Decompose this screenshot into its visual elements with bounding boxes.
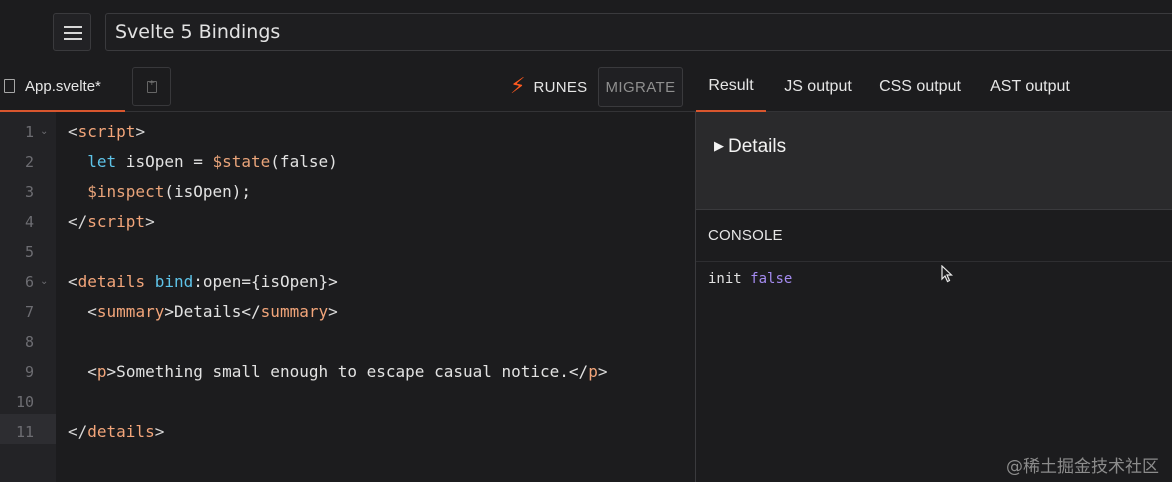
hamburger-menu-button[interactable]	[53, 13, 91, 51]
line-number: 6	[24, 273, 34, 291]
editor-tab-bar: App.svelte* ⚡ RUNES MIGRATE	[0, 62, 696, 112]
line-number: 9	[24, 363, 34, 381]
code-line-3: $inspect(isOpen);	[68, 177, 688, 207]
code-token: p	[96, 362, 107, 381]
line-number: 10	[15, 393, 34, 411]
tab-css-output[interactable]: CSS output	[878, 62, 962, 112]
line-number: 5	[24, 243, 34, 261]
output-tab-bar: Result JS output CSS output AST output	[696, 62, 1172, 112]
file-tab-app-svelte[interactable]: App.svelte*	[0, 62, 125, 112]
hamburger-icon-bar	[64, 38, 82, 40]
code-token: summary	[260, 302, 329, 321]
fold-chevron-icon[interactable]: ⌄	[40, 117, 48, 147]
line-number: 1	[24, 123, 34, 141]
project-title-input[interactable]	[105, 13, 1172, 51]
code-token: (isOpen);	[164, 182, 252, 201]
code-line-6: <details bind:open={isOpen}>	[68, 267, 688, 297]
code-token: <	[68, 122, 78, 141]
code-line-9: <p>Something small enough to escape casu…	[68, 357, 688, 387]
line-number: 2	[24, 153, 34, 171]
line-number-gutter: 1 ⌄ 2 3 4 5 6 ⌄ 7 8 9 10 11	[0, 112, 56, 482]
code-token: $inspect	[87, 182, 165, 201]
code-token: </	[68, 212, 88, 231]
tab-js-output[interactable]: JS output	[780, 62, 856, 112]
code-token: <	[87, 302, 97, 321]
console-entry: init false	[708, 271, 792, 287]
code-token: details	[87, 422, 155, 441]
line-number: 4	[24, 213, 34, 231]
line-number: 8	[24, 333, 34, 351]
code-editor[interactable]: <script> let isOpen = $state(false) $ins…	[68, 117, 688, 477]
console-panel: CONSOLE init false	[696, 209, 1172, 482]
code-line-1: <script>	[68, 117, 688, 147]
code-token: </	[68, 422, 88, 441]
details-summary[interactable]: ▶ Details	[714, 136, 786, 158]
code-line-4: </script>	[68, 207, 688, 237]
line-number: 11	[15, 423, 34, 441]
runes-label: RUNES	[533, 78, 588, 96]
code-token: >	[154, 422, 165, 441]
code-token: >	[145, 212, 155, 231]
tab-ast-output[interactable]: AST output	[988, 62, 1072, 112]
code-token: $state	[212, 152, 271, 171]
code-token: p	[588, 362, 598, 381]
code-line-2: let isOpen = $state(false)	[68, 147, 688, 177]
details-summary-label: Details	[728, 136, 787, 157]
hamburger-icon-bar	[64, 32, 82, 34]
code-token: <	[87, 362, 97, 381]
console-entry-value: false	[750, 271, 793, 287]
mouse-cursor-icon	[941, 265, 953, 283]
new-file-icon	[146, 78, 157, 93]
watermark-text: @稀土掘金技术社区	[1006, 457, 1159, 477]
line-number: 3	[24, 183, 34, 201]
code-line-11: </details>	[68, 417, 688, 447]
file-tab-label: App.svelte*	[25, 77, 101, 95]
code-token: summary	[96, 302, 165, 321]
code-token: >Details</	[164, 302, 261, 321]
code-token: (false)	[270, 152, 338, 171]
code-token: script	[87, 212, 146, 231]
console-entry-label: init	[708, 271, 742, 287]
code-token: details	[77, 272, 146, 291]
code-token: :open={isOpen}>	[193, 272, 338, 291]
code-token: >	[597, 362, 608, 381]
new-file-button[interactable]	[132, 67, 171, 106]
file-icon	[4, 79, 15, 93]
disclosure-triangle-icon: ▶	[714, 138, 724, 153]
code-token: >	[328, 302, 338, 321]
code-token: script	[77, 122, 136, 141]
code-line-7: <summary>Details</summary>	[68, 297, 688, 327]
code-token: isOpen =	[116, 152, 213, 171]
top-bar	[0, 0, 1172, 62]
tab-result[interactable]: Result	[696, 62, 766, 112]
code-token: <	[68, 272, 78, 291]
fold-chevron-icon[interactable]: ⌄	[40, 267, 48, 297]
migrate-button[interactable]: MIGRATE	[598, 67, 683, 107]
line-number: 7	[24, 303, 34, 321]
runes-indicator: ⚡ RUNES	[510, 74, 587, 100]
code-token: >Something small enough to escape casual…	[106, 362, 589, 381]
console-header[interactable]: CONSOLE	[696, 210, 1172, 262]
code-token: let	[87, 152, 117, 171]
code-token: bind	[154, 272, 194, 291]
code-token: >	[135, 122, 146, 141]
hamburger-icon-bar	[64, 26, 82, 28]
result-preview: ▶ Details	[696, 112, 1172, 209]
lightning-bolt-icon: ⚡	[510, 74, 526, 99]
